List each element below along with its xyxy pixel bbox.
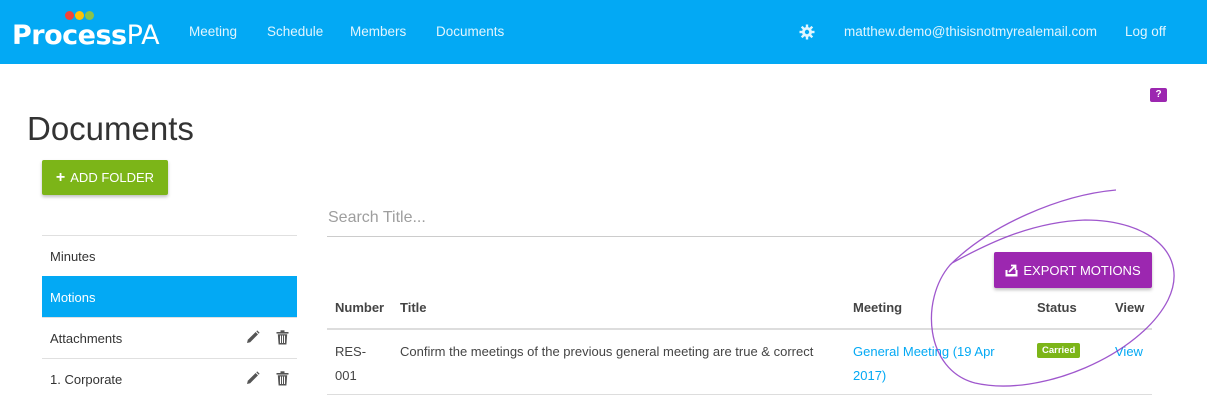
nav-schedule[interactable]: Schedule: [267, 24, 323, 39]
table-header-divider: [327, 328, 1152, 330]
gear-icon[interactable]: [799, 24, 815, 40]
nav-documents[interactable]: Documents: [436, 24, 504, 39]
folder-label: 1. Corporate: [50, 372, 123, 387]
top-navbar: ProcessPA Meeting Schedule Members Docum…: [0, 0, 1207, 64]
status-badge: Carried: [1037, 343, 1081, 358]
column-header-view[interactable]: View: [1115, 300, 1144, 315]
column-header-number[interactable]: Number: [335, 300, 384, 315]
cell-number: RES- 001: [335, 344, 367, 383]
pencil-icon[interactable]: [246, 371, 260, 385]
trash-icon[interactable]: [276, 371, 289, 386]
plus-icon: +: [55, 168, 66, 186]
folder-item-attachments[interactable]: Attachments: [42, 317, 297, 358]
column-header-meeting[interactable]: Meeting: [853, 300, 902, 315]
export-icon: [1005, 264, 1018, 276]
nav-members[interactable]: Members: [350, 24, 406, 39]
logo-text: ProcessPA: [12, 20, 160, 51]
help-button[interactable]: ?: [1150, 88, 1167, 102]
trash-icon[interactable]: [276, 330, 289, 345]
column-header-status[interactable]: Status: [1037, 300, 1077, 315]
logoff-link[interactable]: Log off: [1125, 24, 1166, 39]
add-folder-button[interactable]: + ADD FOLDER: [42, 160, 168, 195]
add-folder-label: ADD FOLDER: [70, 170, 155, 185]
export-motions-label: EXPORT MOTIONS: [1023, 262, 1141, 278]
export-motions-button[interactable]: EXPORT MOTIONS: [994, 252, 1152, 288]
view-link[interactable]: View: [1115, 340, 1143, 364]
folder-label: Motions: [50, 290, 96, 305]
folder-item-corporate[interactable]: 1. Corporate: [42, 358, 297, 399]
cell-title: Confirm the meetings of the previous gen…: [400, 344, 814, 359]
folder-label: Attachments: [50, 331, 123, 346]
pencil-icon[interactable]: [246, 330, 260, 344]
nav-meeting[interactable]: Meeting: [189, 24, 237, 39]
search-title-input[interactable]: [327, 200, 1152, 237]
column-header-title[interactable]: Title: [400, 300, 427, 315]
page-title: Documents: [27, 110, 194, 147]
folder-item-minutes[interactable]: Minutes: [42, 235, 297, 276]
meeting-link[interactable]: General Meeting (19 Apr 2017): [853, 340, 995, 388]
table-row-divider: [327, 394, 1152, 395]
folder-list: Minutes Motions Attachments 1. Corporate: [42, 235, 297, 399]
user-email-link[interactable]: matthew.demo@thisisnotmyrealemail.com: [844, 24, 1097, 39]
folder-item-motions[interactable]: Motions: [42, 276, 297, 317]
folder-label: Minutes: [50, 249, 96, 264]
